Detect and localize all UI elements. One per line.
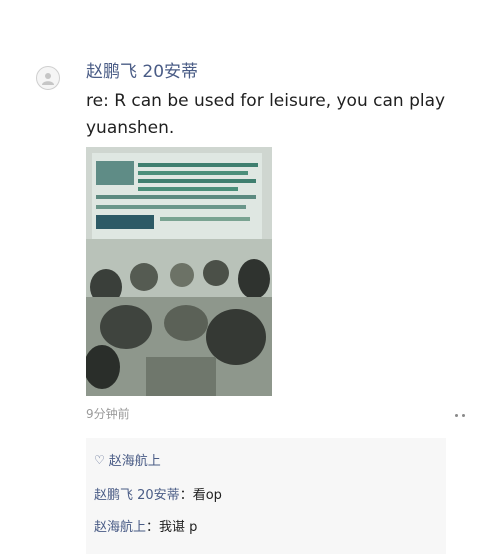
comment-text: 我谌 p — [159, 520, 198, 535]
comment-separator: ： — [179, 488, 193, 503]
comment-item[interactable]: 赵鹏飞 20安蒂：看op — [94, 484, 222, 503]
post-time: 9分钟前 — [86, 407, 130, 421]
comment-separator: ： — [146, 520, 160, 535]
likes-row: ♡ 赵海航上 — [94, 450, 161, 470]
comment-item[interactable]: 赵海航上：我谌 p — [94, 516, 197, 535]
comment-text: 看op — [192, 488, 222, 503]
avatar-placeholder-icon — [42, 73, 54, 85]
more-dots-icon[interactable] — [443, 406, 477, 424]
comment-author[interactable]: 赵鹏飞 20安蒂 — [94, 488, 180, 503]
post-message: re: R can be used for leisure, you can p… — [86, 91, 446, 138]
classroom-photo-image — [86, 147, 272, 396]
moments-post: 赵鹏飞 20安蒂 re: R can be used for leisure, … — [0, 0, 494, 559]
post-author-name[interactable]: 赵鹏飞 20安蒂 — [86, 57, 198, 82]
avatar[interactable] — [36, 66, 60, 90]
heart-icon: ♡ — [94, 452, 105, 467]
comment-area: ♡ 赵海航上 赵鹏飞 20安蒂：看op 赵海航上：我谌 p — [86, 438, 446, 554]
post-photo[interactable] — [86, 147, 272, 396]
liker-name[interactable]: 赵海航上 — [109, 450, 161, 469]
comment-author[interactable]: 赵海航上 — [94, 520, 146, 535]
